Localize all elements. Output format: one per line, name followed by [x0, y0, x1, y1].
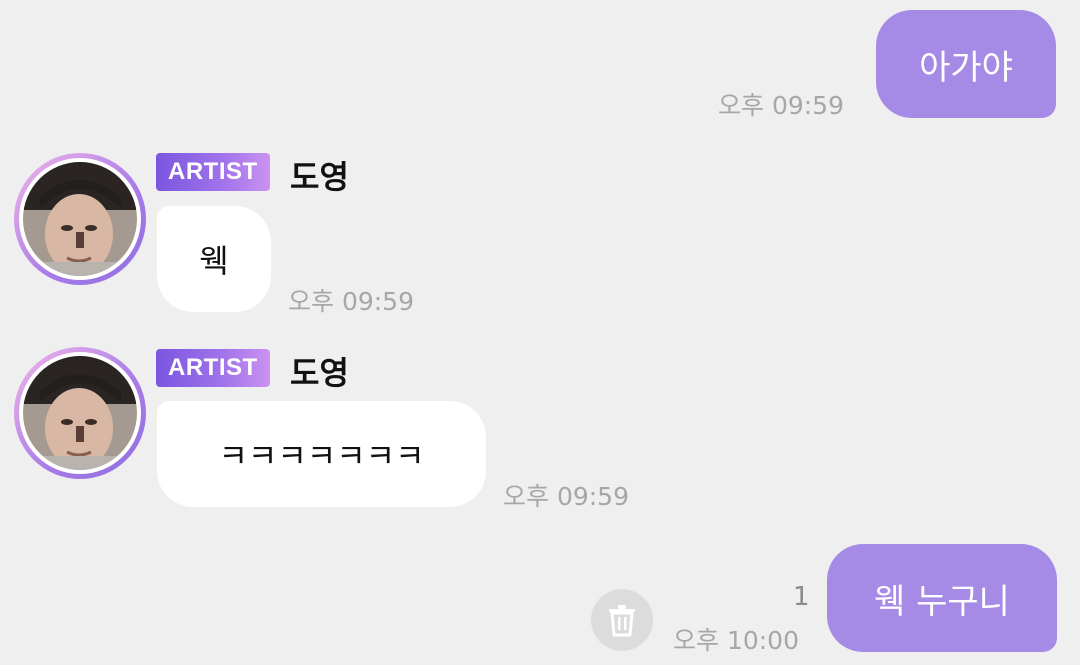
artist-avatar-photo	[23, 162, 137, 276]
sender-name: 도영	[290, 354, 349, 392]
message-text: 웩 누구니	[874, 581, 1010, 622]
incoming-message-bubble[interactable]: 웩	[157, 206, 271, 312]
artist-badge: ARTIST	[156, 349, 270, 387]
message-text: 웩	[199, 242, 229, 280]
trash-icon[interactable]	[591, 589, 653, 651]
outgoing-message-bubble[interactable]: 아가야	[876, 10, 1056, 118]
outgoing-message-bubble[interactable]: 웩 누구니	[827, 544, 1057, 652]
artist-avatar-photo	[23, 356, 137, 470]
unread-count: 1	[793, 582, 810, 612]
message-time: 오후 10:00	[673, 626, 799, 655]
sender-avatar[interactable]	[14, 153, 146, 285]
message-text: 아가야	[919, 47, 1013, 88]
message-time: 오후 09:59	[288, 287, 414, 316]
message-time: 오후 09:59	[718, 91, 844, 120]
message-text: ㅋㅋㅋㅋㅋㅋㅋ	[218, 437, 425, 475]
artist-badge: ARTIST	[156, 153, 270, 191]
incoming-message-bubble[interactable]: ㅋㅋㅋㅋㅋㅋㅋ	[157, 401, 486, 507]
sender-name: 도영	[290, 158, 349, 196]
message-time: 오후 09:59	[503, 482, 629, 511]
sender-avatar[interactable]	[14, 347, 146, 479]
chat-thread: 아가야 오후 09:59 ARTIST 도영 웩 오후 09:59 ARTIST…	[0, 0, 1080, 665]
